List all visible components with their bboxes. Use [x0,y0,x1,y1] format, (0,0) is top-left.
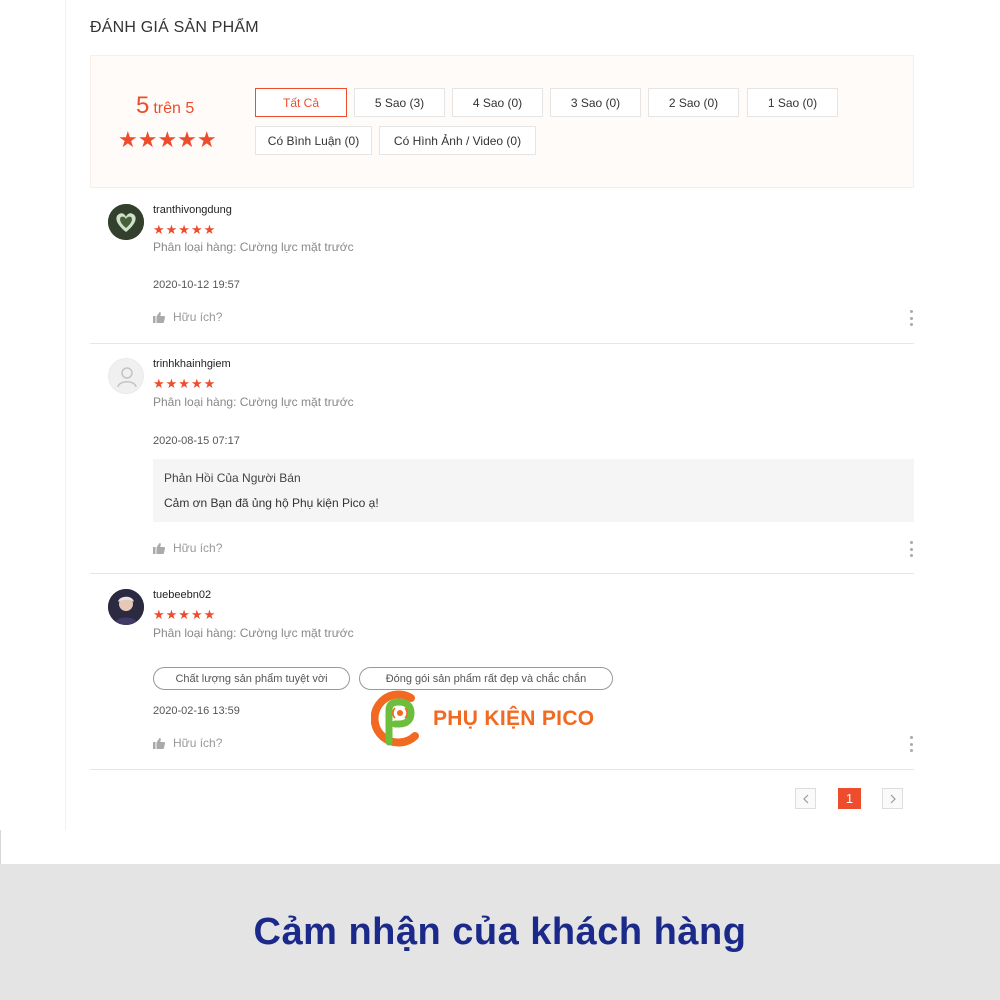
filter-with-media-button[interactable]: Có Hình Ảnh / Video (0) [379,126,536,155]
chevron-right-icon [890,794,896,803]
review-date: 2020-02-16 13:59 [153,705,240,717]
seller-reply: Phản Hồi Của Người Bán Cảm ơn Bạn đã ủng… [153,459,914,522]
brand-watermark: PHỤ KIỆN PICO [371,690,594,748]
brand-logo-icon [371,690,419,747]
review-item: trinhkhainhgiem ★★★★★ Phân loại hàng: Cư… [90,358,914,574]
rating-stars: ★★★★★ [118,127,217,152]
section-title: ĐÁNH GIÁ SẢN PHẨM [90,19,259,36]
seller-reply-text: Cảm ơn Bạn đã ủng hộ Phụ kiện Pico ạ! [164,496,379,510]
helpful-label: Hữu ích? [173,736,223,750]
filter-3-star-button[interactable]: 3 Sao (0) [550,88,641,117]
review-username: trinhkhainhgiem [153,358,231,370]
filter-1-star-button[interactable]: 1 Sao (0) [747,88,838,117]
helpful-button[interactable]: Hữu ích? [153,310,222,324]
review-date: 2020-10-12 19:57 [153,279,240,291]
score-out-of: trên 5 [153,100,195,117]
filter-4-star-button[interactable]: 4 Sao (0) [452,88,543,117]
filter-5-star-button[interactable]: 5 Sao (3) [354,88,445,117]
review-item: tranthivongdung ★★★★★ Phân loại hàng: Cư… [90,204,914,344]
review-tag: Chất lượng sản phẩm tuyệt vời [153,667,350,690]
helpful-button[interactable]: Hữu ích? [153,541,222,555]
review-stars: ★★★★★ [153,607,217,622]
avatar [108,204,144,240]
review-stars: ★★★★★ [153,222,217,237]
review-variation: Phân loại hàng: Cường lực mặt trước [153,626,354,640]
brand-watermark-text: PHỤ KIỆN PICO [433,707,595,730]
seller-reply-title: Phản Hồi Của Người Bán [164,471,301,485]
avatar [108,358,144,394]
score-value: 5 [136,92,150,119]
review-username: tuebeebn02 [153,589,212,601]
thumbs-up-icon [153,542,165,554]
chevron-left-icon [802,794,808,803]
review-variation: Phân loại hàng: Cường lực mặt trước [153,395,354,409]
footer-banner: Cảm nhận của khách hàng [0,864,1000,1000]
divider [0,830,1,864]
avatar-photo-image [108,589,144,625]
avatar-heart-image [108,204,144,240]
prev-page-button[interactable] [795,788,816,809]
helpful-label: Hữu ích? [173,310,223,324]
thumbs-up-icon [153,737,165,749]
next-page-button[interactable] [882,788,903,809]
footer-caption: Cảm nhận của khách hàng [253,910,747,953]
more-options-icon[interactable] [908,736,914,752]
filter-with-comment-button[interactable]: Có Bình Luận (0) [255,126,372,155]
review-variation: Phân loại hàng: Cường lực mặt trước [153,240,354,254]
review-username: tranthivongdung [153,204,232,216]
filter-2-star-button[interactable]: 2 Sao (0) [648,88,739,117]
more-options-icon[interactable] [908,310,914,326]
avatar [108,589,144,625]
left-strip [0,0,66,830]
current-page-button[interactable]: 1 [838,788,861,809]
helpful-button[interactable]: Hữu ích? [153,736,222,750]
review-stars: ★★★★★ [153,376,217,391]
helpful-label: Hữu ích? [173,541,223,555]
page: ĐÁNH GIÁ SẢN PHẨM 5 trên 5 ★★★★★ Tất Cả 5… [0,0,1000,1000]
default-user-icon [117,367,137,388]
more-options-icon[interactable] [908,541,914,557]
filter-all-button[interactable]: Tất Cả [255,88,347,117]
rating-overview: 5 trên 5 ★★★★★ Tất Cả 5 Sao (3) 4 Sao (0)… [90,55,914,188]
rating-score: 5 trên 5 [136,92,194,120]
review-date: 2020-08-15 07:17 [153,435,240,447]
review-tag: Đóng gói sản phẩm rất đẹp và chắc chắn [359,667,613,690]
thumbs-up-icon [153,311,165,323]
